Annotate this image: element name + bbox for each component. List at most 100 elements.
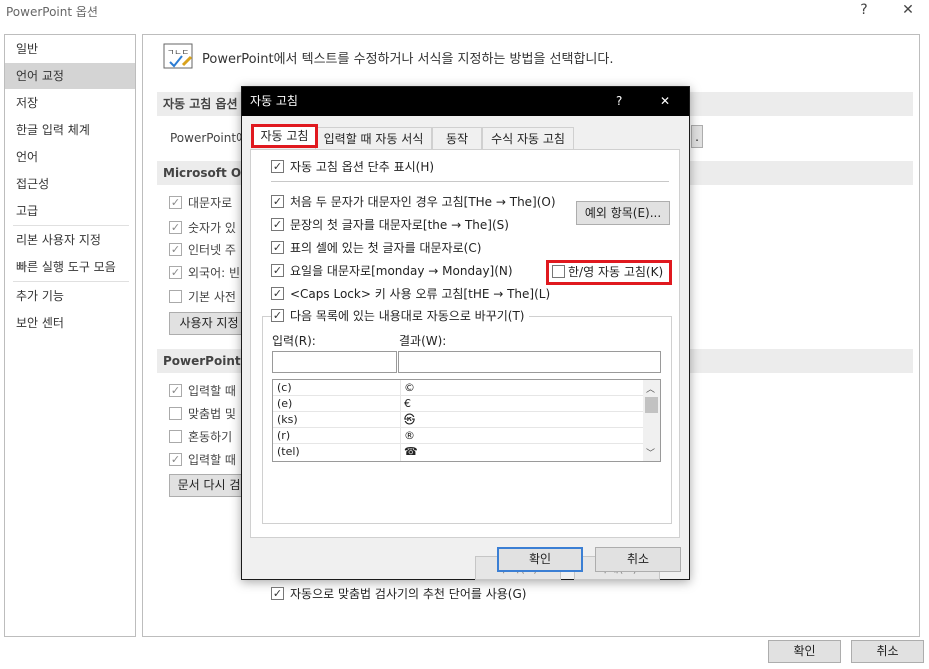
tab-autocorrect[interactable]: 자동 고침 <box>251 124 318 148</box>
option-numbers[interactable]: ✓ 숫자가 있 <box>169 219 236 237</box>
checkbox-checked[interactable]: ✓ <box>271 160 284 173</box>
option-capslock[interactable]: ✓ <Caps Lock> 키 사용 오류 고침[tHE → The](L) <box>271 285 550 303</box>
list-item[interactable]: (tel) ☎ <box>273 444 643 460</box>
sidebar-item-general[interactable]: 일반 <box>5 36 135 62</box>
custom-dictionary-button[interactable]: 사용자 지정 <box>169 312 249 335</box>
checkbox-checked[interactable]: ✓ <box>169 266 182 279</box>
option-check-grammar[interactable]: ✓ 입력할 때 <box>169 451 236 469</box>
sidebar-item-addins[interactable]: 추가 기능 <box>5 283 135 309</box>
checkbox-checked[interactable]: ✓ <box>271 195 284 208</box>
sidebar-item-language[interactable]: 언어 <box>5 144 135 170</box>
checkbox-checked[interactable]: ✓ <box>169 384 182 397</box>
sidebar-item-trust-center[interactable]: 보안 센터 <box>5 310 135 336</box>
replace-list[interactable]: (c) © (e) € (ks) ㉿ (r) ® (tel) ☎ ︿ ﹀ <box>272 379 661 462</box>
checkbox-unchecked[interactable] <box>552 265 565 278</box>
svg-text:ㄱㄴㄷ: ㄱㄴㄷ <box>167 48 189 57</box>
list-scrollbar[interactable]: ︿ ﹀ <box>643 380 660 461</box>
help-button[interactable]: ? <box>854 2 874 18</box>
option-label: 요일을 대문자로[monday → Monday](N) <box>290 264 513 278</box>
sidebar-item-korean-input[interactable]: 한글 입력 체계 <box>5 117 135 143</box>
option-main-dictionary[interactable]: 기본 사전 <box>169 288 236 306</box>
option-foreign[interactable]: ✓ 외국어: 빈 <box>169 264 240 282</box>
dialog-title: 자동 고침 <box>250 94 298 108</box>
option-label: <Caps Lock> 키 사용 오류 고침[tHE → The](L) <box>290 287 551 301</box>
column-divider <box>400 380 401 461</box>
option-label: 입력할 때 <box>188 453 236 467</box>
checkbox-checked[interactable]: ✓ <box>169 243 182 256</box>
autocorrect-description: PowerPoint에 <box>170 131 248 145</box>
sidebar-item-quick-access[interactable]: 빠른 실행 도구 모음 <box>5 254 135 280</box>
option-day-names[interactable]: ✓ 요일을 대문자로[monday → Monday](N) <box>271 262 513 280</box>
option-label: 기본 사전 <box>188 290 236 304</box>
option-show-buttons[interactable]: ✓ 자동 고침 옵션 단추 표시(H) <box>271 158 434 176</box>
page-header: PowerPoint에서 텍스트를 수정하거나 서식을 지정하는 방법을 선택합… <box>202 52 614 67</box>
sidebar-item-save[interactable]: 저장 <box>5 90 135 116</box>
list-item[interactable]: (e) € <box>273 396 643 412</box>
replace-result-field[interactable] <box>398 351 661 373</box>
list-from: (e) <box>277 397 293 410</box>
option-label: 표의 셀에 있는 첫 글자를 대문자로(C) <box>290 241 482 255</box>
option-uppercase[interactable]: ✓ 대문자로 <box>169 194 232 212</box>
dialog-title-bar: 자동 고침 ? ✕ <box>242 87 689 116</box>
option-hide-spelling[interactable]: 맞춤법 및 <box>169 405 236 423</box>
option-label: 자동으로 맞춤법 검사기의 추천 단어를 사용(G) <box>290 587 527 601</box>
sidebar-item-advanced[interactable]: 고급 <box>5 198 135 224</box>
option-label: 대문자로 <box>188 196 233 210</box>
list-item[interactable]: (c) © <box>273 380 643 396</box>
option-label: 혼동하기 <box>188 430 233 444</box>
tab-actions[interactable]: 동작 <box>432 127 482 149</box>
sidebar-item-customize-ribbon[interactable]: 리본 사용자 지정 <box>5 227 135 253</box>
chevron-up-icon[interactable]: ︿ <box>646 382 655 395</box>
replace-input-field[interactable] <box>272 351 397 373</box>
checkbox-checked[interactable]: ✓ <box>271 218 284 231</box>
option-label: 숫자가 있 <box>188 221 236 235</box>
option-confusable[interactable]: 혼동하기 <box>169 428 232 446</box>
option-label: 맞춤법 및 <box>188 407 236 421</box>
option-two-initial-caps[interactable]: ✓ 처음 두 문자가 대문자인 경우 고침[THe → The](O) <box>271 193 556 211</box>
option-spell-suggest[interactable]: ✓ 자동으로 맞춤법 검사기의 추천 단어를 사용(G) <box>271 585 526 603</box>
option-internet[interactable]: ✓ 인터넷 주 <box>169 241 236 259</box>
replace-result-label: 결과(W): <box>399 334 447 348</box>
option-table-caps[interactable]: ✓ 표의 셀에 있는 첫 글자를 대문자로(C) <box>271 239 481 257</box>
recheck-document-button[interactable]: 문서 다시 검 <box>169 474 249 497</box>
option-check-spelling[interactable]: ✓ 입력할 때 <box>169 382 236 400</box>
sidebar-divider <box>13 225 129 226</box>
options-cancel-button[interactable]: 취소 <box>851 640 924 663</box>
list-from: (ks) <box>277 413 298 426</box>
list-to: ㉿ <box>404 413 415 426</box>
sidebar-item-accessibility[interactable]: 접근성 <box>5 171 135 197</box>
sidebar-item-proofing[interactable]: 언어 교정 <box>5 63 135 89</box>
checkbox-unchecked[interactable] <box>169 290 182 303</box>
scroll-thumb[interactable] <box>645 397 658 413</box>
checkbox-checked[interactable]: ✓ <box>271 309 284 322</box>
exceptions-button[interactable]: 예외 항목(E)... <box>576 201 670 225</box>
checkbox-checked[interactable]: ✓ <box>271 587 284 600</box>
list-to: ☎ <box>404 445 418 458</box>
checkbox-checked[interactable]: ✓ <box>271 287 284 300</box>
option-label: 입력할 때 <box>188 384 236 398</box>
list-item[interactable]: (ks) ㉿ <box>273 412 643 428</box>
tab-autoformat-as-you-type[interactable]: 입력할 때 자동 서식 <box>315 127 432 149</box>
autocorrect-options-button-edge[interactable]: . <box>691 125 703 148</box>
option-replace-as-type[interactable]: ✓ 다음 목록에 있는 내용대로 자동으로 바꾸기(T) <box>271 307 529 325</box>
checkbox-unchecked[interactable] <box>169 430 182 443</box>
dialog-ok-button[interactable]: 확인 <box>497 547 583 572</box>
checkbox-unchecked[interactable] <box>169 407 182 420</box>
tab-math-autocorrect[interactable]: 수식 자동 고침 <box>482 127 574 149</box>
option-label: 외국어: 빈 <box>188 266 241 280</box>
dialog-help-button[interactable]: ? <box>616 87 622 116</box>
dialog-cancel-button[interactable]: 취소 <box>595 547 681 572</box>
chevron-down-icon[interactable]: ﹀ <box>646 446 655 459</box>
close-button[interactable]: ✕ <box>898 2 918 18</box>
checkbox-checked[interactable]: ✓ <box>169 196 182 209</box>
option-sentence-caps[interactable]: ✓ 문장의 첫 글자를 대문자로[the → The](S) <box>271 216 509 234</box>
list-item[interactable]: (r) ® <box>273 428 643 444</box>
dialog-close-button[interactable]: ✕ <box>660 87 670 116</box>
options-ok-button[interactable]: 확인 <box>768 640 841 663</box>
checkbox-checked[interactable]: ✓ <box>271 241 284 254</box>
option-label: 문장의 첫 글자를 대문자로[the → The](S) <box>290 218 509 232</box>
option-hanyoung-autocorrect[interactable]: 한/영 자동 고침(K) <box>552 263 663 281</box>
checkbox-checked[interactable]: ✓ <box>169 221 182 234</box>
checkbox-checked[interactable]: ✓ <box>169 453 182 466</box>
checkbox-checked[interactable]: ✓ <box>271 264 284 277</box>
